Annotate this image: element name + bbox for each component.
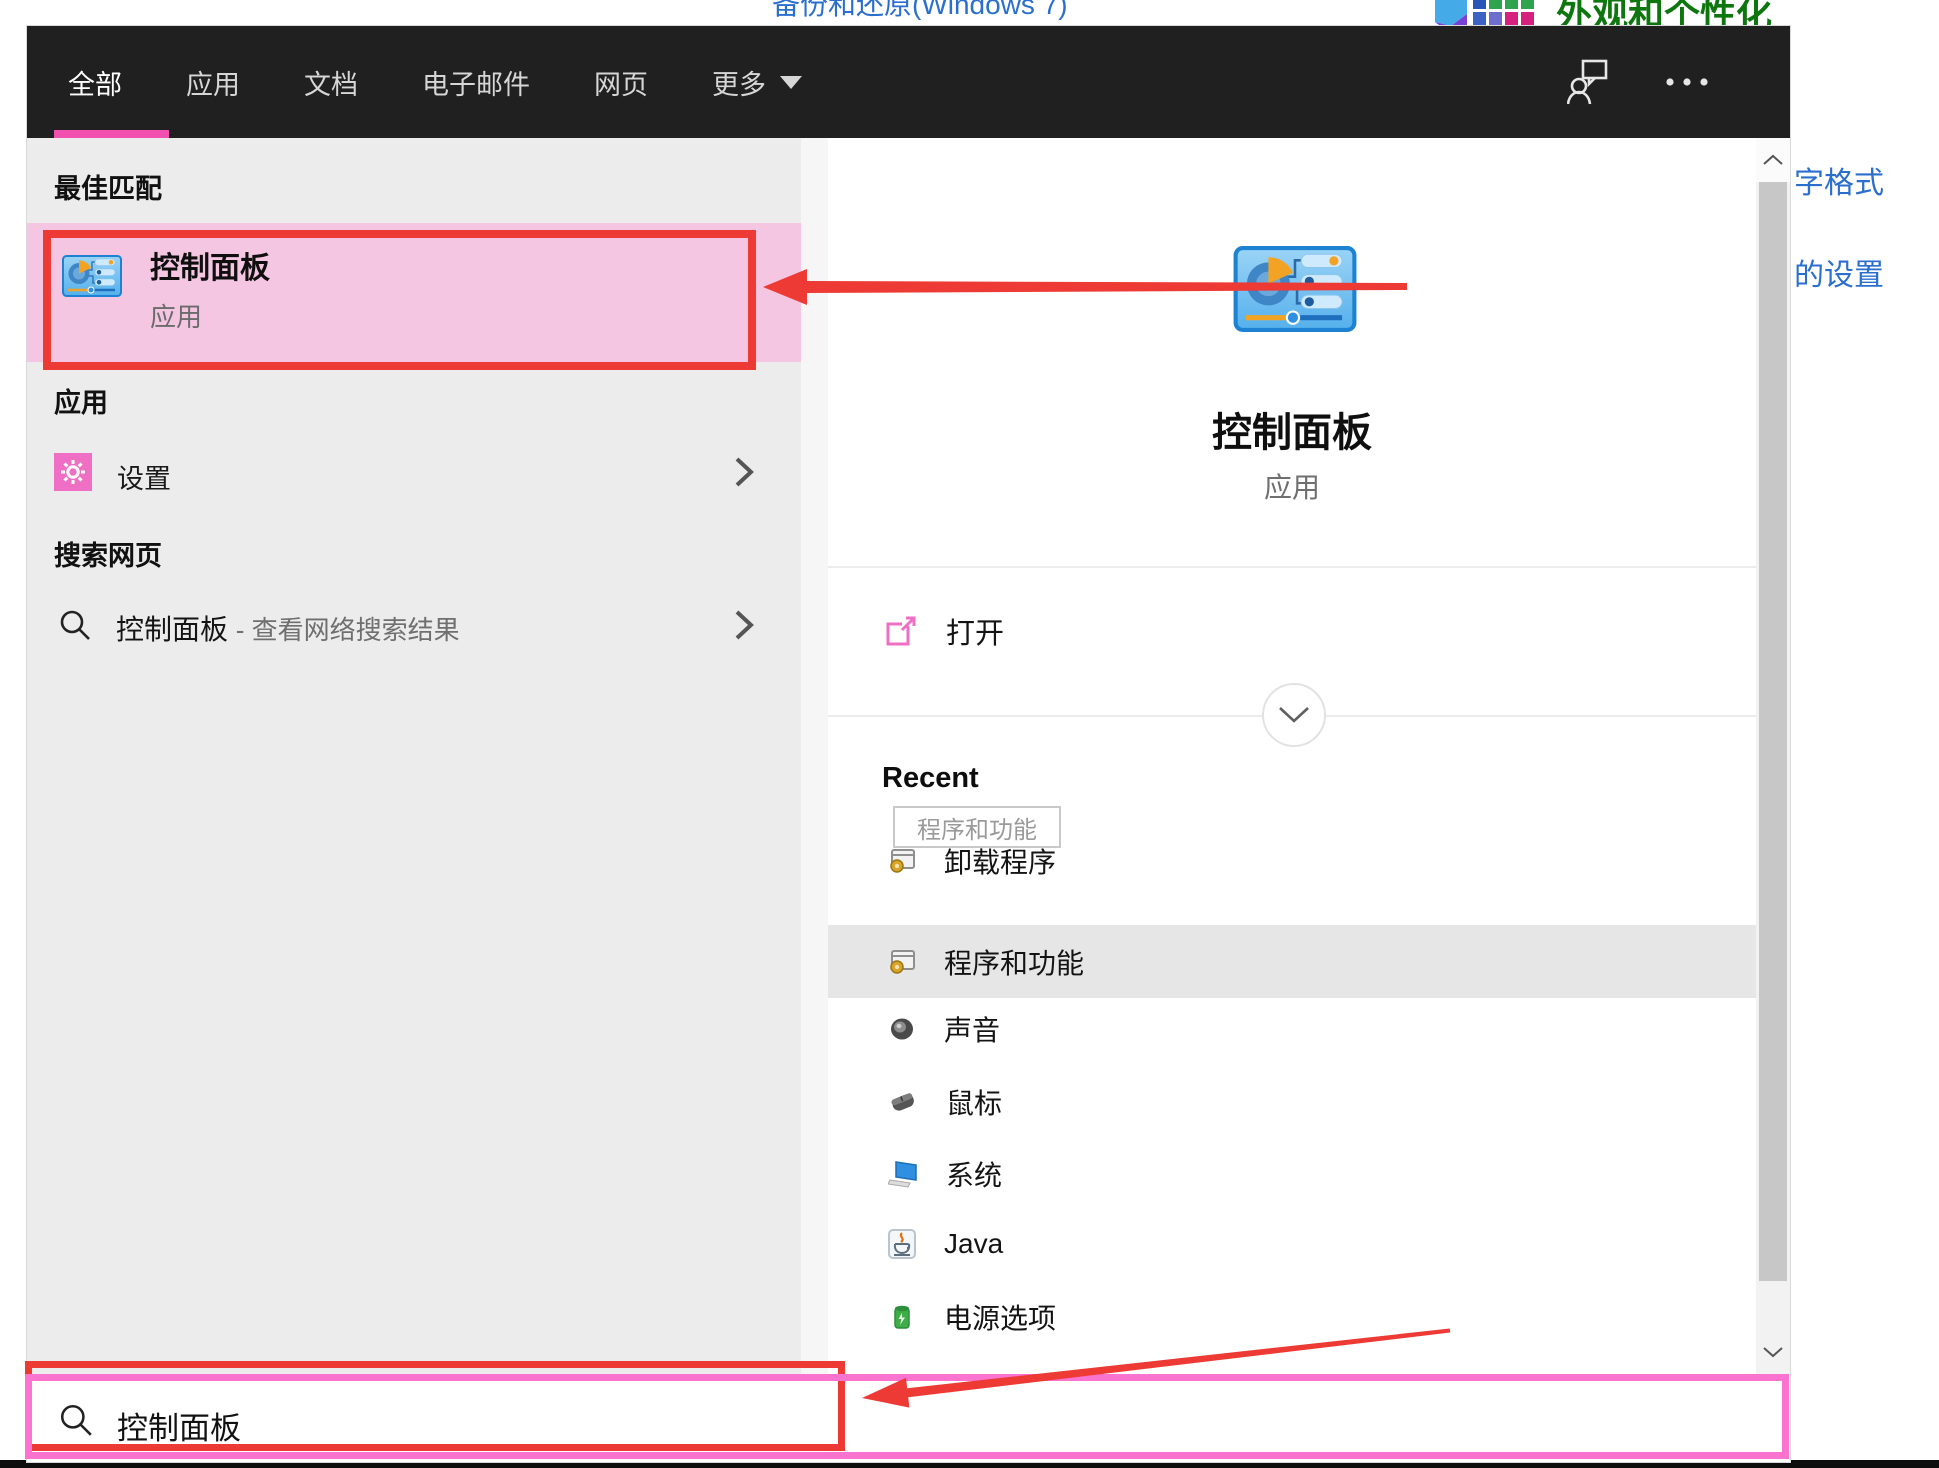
sound-icon xyxy=(891,1018,913,1040)
apps-section-header: 应用 xyxy=(54,388,108,418)
active-tab-indicator xyxy=(54,130,169,138)
web-section-header: 搜索网页 xyxy=(54,541,162,571)
open-external-icon xyxy=(886,616,916,646)
scrollbar[interactable] xyxy=(1756,138,1790,1377)
annotation-red-box-best-match xyxy=(43,230,756,370)
scrollbar-up-button[interactable] xyxy=(1756,138,1790,182)
recent-item-mouse[interactable]: 鼠标 xyxy=(828,1069,1756,1135)
chevron-down-icon xyxy=(780,75,802,89)
annotation-red-arrow-top xyxy=(763,269,1407,305)
tab-more[interactable]: 更多 xyxy=(712,63,802,102)
recent-item-programs-and-features[interactable]: 程序和功能 xyxy=(828,925,1756,998)
programs-icon xyxy=(890,849,915,873)
web-search-suffix: - 查看网络搜索结果 xyxy=(235,615,460,645)
tab-web[interactable]: 网页 xyxy=(594,63,648,102)
search-icon xyxy=(60,610,90,640)
search-filter-bar: 全部 应用 文档 电子邮件 网页 更多 xyxy=(27,26,1790,138)
tab-all[interactable]: 全部 xyxy=(68,63,122,102)
recent-item-label: 程序和功能 xyxy=(944,947,1085,979)
chevron-down-icon xyxy=(1763,1347,1783,1358)
recent-item-java[interactable]: Java xyxy=(828,1211,1756,1277)
chevron-right-icon[interactable] xyxy=(733,608,755,642)
divider xyxy=(828,566,1756,568)
scrollbar-down-button[interactable] xyxy=(1756,1330,1790,1374)
recent-item-label: 声音 xyxy=(944,1015,1001,1046)
recent-item-sound[interactable]: 声音 xyxy=(828,996,1756,1062)
screen: 备份和还原(Windows 7) 外观和个性化 字格式 的设置 全部 应用 文档… xyxy=(0,0,1939,1468)
chevron-up-icon xyxy=(1763,154,1783,165)
open-label: 打开 xyxy=(946,618,1005,650)
recent-item-label: 系统 xyxy=(946,1160,1003,1191)
ellipsis-menu-icon[interactable] xyxy=(1665,77,1709,87)
expand-collapse-button[interactable] xyxy=(1262,683,1326,747)
annotation-red-arrow-bottom xyxy=(862,1328,1451,1408)
appearance-category-icon xyxy=(1435,0,1534,28)
recent-item-system[interactable]: 系统 xyxy=(828,1141,1756,1207)
background-link-settings[interactable]: 的设置 xyxy=(1794,250,1884,294)
tooltip-programs-and-features: 程序和功能 xyxy=(893,806,1061,848)
panel-gap xyxy=(801,138,828,1377)
programs-icon xyxy=(890,949,915,974)
tab-apps[interactable]: 应用 xyxy=(186,63,240,102)
topbar-icons xyxy=(1567,26,1790,138)
system-icon xyxy=(888,1161,917,1188)
best-match-header: 最佳匹配 xyxy=(54,174,162,204)
background-link-backup-restore[interactable]: 备份和还原(Windows 7) xyxy=(772,0,1068,23)
settings-gear-icon xyxy=(54,453,92,491)
chevron-right-icon[interactable] xyxy=(733,455,755,489)
result-settings[interactable]: 设置 xyxy=(27,441,801,503)
recent-item-label: 鼠标 xyxy=(946,1088,1003,1119)
tab-documents[interactable]: 文档 xyxy=(304,63,358,102)
web-search-query: 控制面板 - 查看网络搜索结果 xyxy=(116,614,460,645)
scrollbar-thumb[interactable] xyxy=(1759,182,1787,1281)
background-link-number-format[interactable]: 字格式 xyxy=(1794,158,1884,202)
preview-title: 控制面板 xyxy=(1212,411,1372,455)
tab-more-label: 更多 xyxy=(712,69,766,100)
settings-label: 设置 xyxy=(117,464,171,494)
java-icon xyxy=(888,1229,916,1259)
feedback-user-icon[interactable] xyxy=(1567,58,1609,106)
recent-header: Recent xyxy=(882,762,979,794)
result-web-search[interactable]: 控制面板 - 查看网络搜索结果 xyxy=(27,596,801,658)
preview-subtitle: 应用 xyxy=(1263,472,1320,503)
tab-email[interactable]: 电子邮件 xyxy=(422,63,530,102)
mouse-icon xyxy=(891,1093,914,1111)
recent-item-label: Java xyxy=(944,1228,1004,1259)
chevron-down-icon xyxy=(1279,707,1309,723)
